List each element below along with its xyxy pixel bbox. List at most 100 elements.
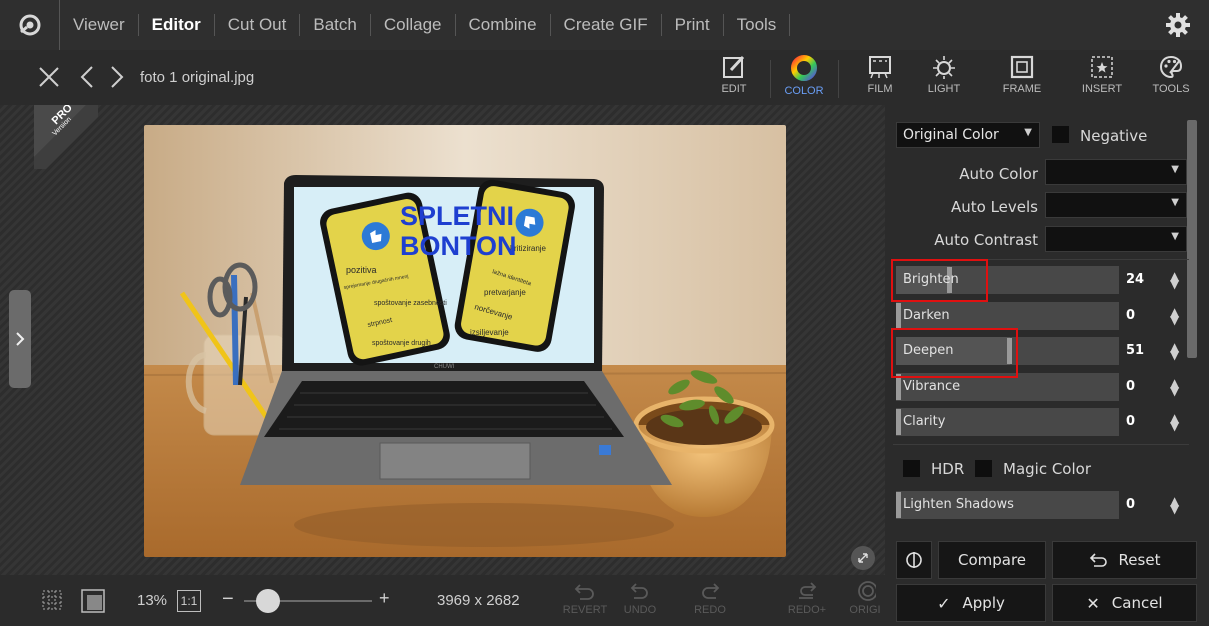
tool-edit[interactable]: EDIT: [704, 54, 764, 95]
apply-button[interactable]: ✓ Apply: [896, 584, 1046, 622]
tool-insert[interactable]: INSERT: [1072, 54, 1132, 95]
top-navigation: Viewer Editor Cut Out Batch Collage Comb…: [0, 0, 1209, 50]
hdr-checkbox[interactable]: [903, 460, 920, 477]
close-icon[interactable]: [36, 64, 62, 94]
tool-film[interactable]: FILM: [850, 54, 910, 95]
clarity-spinner-icon[interactable]: ▲ ▼: [1170, 412, 1179, 432]
actual-size-button[interactable]: 1:1: [177, 590, 201, 612]
fullscreen-expand-button[interactable]: [851, 546, 875, 570]
vibrance-label: Vibrance: [903, 379, 961, 394]
chevron-right-icon: [16, 332, 25, 346]
phone-text-pozitiva: pozitiva: [346, 265, 377, 275]
redo-plus-label: REDO+: [787, 604, 827, 616]
deepen-value[interactable]: 51: [1126, 343, 1144, 358]
deepen-slider[interactable]: Deepen: [896, 337, 1119, 365]
zoom-out-button[interactable]: −: [222, 588, 234, 611]
tool-light[interactable]: LIGHT: [914, 54, 974, 95]
revert-button[interactable]: REVERT: [560, 580, 610, 616]
reset-label: Reset: [1118, 551, 1161, 569]
expand-sidebar-handle[interactable]: [9, 290, 31, 388]
tool-edit-label: EDIT: [721, 83, 747, 95]
vibrance-value[interactable]: 0: [1126, 379, 1135, 394]
bottom-toolbar: 13% 1:1 − + 3969 x 2682 REVERT UNDO REDO…: [0, 575, 885, 626]
nav-collage[interactable]: Collage: [371, 14, 456, 36]
split-view-button[interactable]: [896, 541, 932, 579]
chevron-down-icon: ▼: [1171, 164, 1179, 175]
chevron-down-icon: ▼: [1171, 197, 1179, 208]
tool-frame[interactable]: FRAME: [992, 54, 1052, 95]
darken-slider[interactable]: Darken: [896, 302, 1119, 330]
magic-color-checkbox[interactable]: [975, 460, 992, 477]
redo-button[interactable]: REDO: [685, 580, 735, 616]
tool-tools[interactable]: TOOLS: [1141, 54, 1201, 95]
film-icon: [869, 56, 891, 79]
screen-title-line2: BONTON: [400, 231, 517, 261]
checkmark-icon: ✓: [937, 593, 951, 613]
nav-batch[interactable]: Batch: [300, 14, 371, 36]
color-mode-dropdown[interactable]: Original Color ▼: [896, 122, 1040, 148]
previous-image-icon[interactable]: [78, 64, 96, 94]
revert-icon: [574, 584, 594, 600]
panel-divider: [893, 259, 1189, 260]
nav-tools[interactable]: Tools: [724, 14, 791, 36]
darken-label: Darken: [903, 308, 950, 323]
reset-button[interactable]: Reset: [1052, 541, 1197, 579]
vibrance-slider[interactable]: Vibrance: [896, 373, 1119, 401]
compare-button[interactable]: Compare: [938, 541, 1046, 579]
brighten-spinner-icon[interactable]: ▲ ▼: [1170, 270, 1179, 290]
clarity-slider[interactable]: Clarity: [896, 408, 1119, 436]
lighten-shadows-spinner-icon[interactable]: ▲ ▼: [1170, 495, 1179, 515]
nav-editor[interactable]: Editor: [139, 14, 215, 36]
auto-contrast-dropdown[interactable]: ▼: [1045, 226, 1187, 252]
tool-frame-label: FRAME: [1002, 83, 1042, 95]
redo-plus-button[interactable]: REDO+: [782, 580, 832, 616]
darken-value[interactable]: 0: [1126, 308, 1135, 323]
nav-print[interactable]: Print: [662, 14, 724, 36]
negative-checkbox[interactable]: [1052, 126, 1069, 143]
nav-viewer[interactable]: Viewer: [60, 14, 139, 36]
deepen-spinner-icon[interactable]: ▲ ▼: [1170, 341, 1179, 361]
tool-tools-label: TOOLS: [1152, 83, 1190, 95]
panel-scrollbar[interactable]: [1187, 120, 1197, 358]
brighten-value[interactable]: 24: [1126, 272, 1144, 287]
auto-color-dropdown[interactable]: ▼: [1045, 159, 1187, 185]
nav-cut-out[interactable]: Cut Out: [215, 14, 301, 36]
nav-combine[interactable]: Combine: [456, 14, 551, 36]
photo-editor-app: Viewer Editor Cut Out Batch Collage Comb…: [0, 0, 1209, 626]
tool-light-label: LIGHT: [927, 83, 961, 95]
redo-label: REDO: [694, 604, 726, 616]
file-name: foto 1 original.jpg: [140, 69, 255, 86]
undo-button[interactable]: UNDO: [615, 580, 665, 616]
next-image-icon[interactable]: [108, 64, 126, 94]
cancel-label: Cancel: [1111, 594, 1163, 612]
vibrance-spinner-icon[interactable]: ▲ ▼: [1170, 377, 1179, 397]
deepen-label: Deepen: [903, 343, 954, 358]
app-logo[interactable]: [0, 0, 60, 50]
revert-label: REVERT: [562, 604, 608, 616]
lighten-shadows-slider[interactable]: Lighten Shadows: [896, 491, 1119, 519]
lighten-shadows-value[interactable]: 0: [1126, 497, 1135, 512]
negative-label: Negative: [1080, 127, 1148, 145]
image-canvas[interactable]: PRO Version CHUWI pozitiva sprejemanje d…: [0, 101, 885, 575]
darken-spinner-icon[interactable]: ▲ ▼: [1170, 306, 1179, 326]
fit-view-icon[interactable]: [80, 588, 106, 619]
brighten-slider[interactable]: Brighten: [896, 266, 1119, 294]
settings-gear-icon[interactable]: [1165, 12, 1191, 43]
cancel-button[interactable]: ✕ Cancel: [1052, 584, 1197, 622]
clarity-value[interactable]: 0: [1126, 414, 1135, 429]
original-button[interactable]: ORIGI: [845, 580, 885, 616]
phone-text-3: spoštovanje zasebnosti: [374, 300, 447, 307]
compare-label: Compare: [957, 551, 1027, 569]
nav-create-gif[interactable]: Create GIF: [551, 14, 662, 36]
color-mode-value: Original Color: [903, 127, 999, 143]
zoom-in-button[interactable]: +: [379, 588, 390, 609]
edited-photo: CHUWI pozitiva sprejemanje drugačnih mne…: [144, 125, 786, 557]
auto-contrast-label: Auto Contrast: [934, 231, 1038, 249]
laptop-brand: CHUWI: [434, 364, 455, 370]
screen-title-line1: SPLETNI: [400, 201, 514, 231]
panel-divider: [893, 444, 1189, 445]
tool-color[interactable]: COLOR: [774, 54, 834, 97]
crop-grid-icon[interactable]: [40, 588, 64, 617]
zoom-slider-thumb[interactable]: [256, 589, 280, 613]
auto-levels-dropdown[interactable]: ▼: [1045, 192, 1187, 218]
